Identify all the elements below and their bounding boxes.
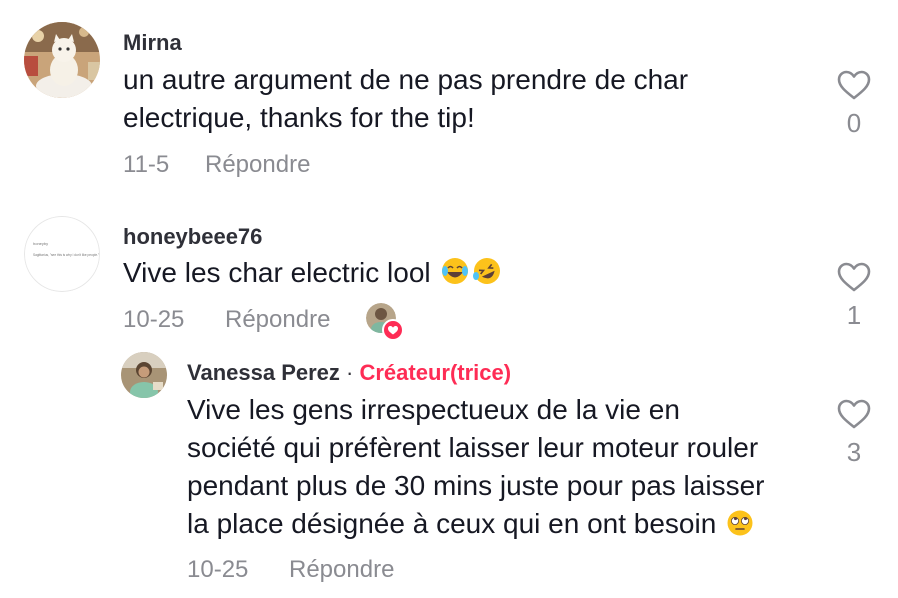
reply-button[interactable]: Répondre [205,151,310,179]
reply-text: Vive les gens irrespectueux de la vie en… [187,391,764,543]
comment-text-line: electrique, thanks for the tip! [123,102,475,133]
comment-mirna: Mirna un autre argument de ne pas prendr… [0,0,898,190]
comment-username[interactable]: Mirna [123,30,182,56]
comment-text: un autre argument de ne pas prendre de c… [123,61,688,137]
avatar-caption: honeyby [33,241,48,246]
comment-date: 11-5 [123,151,170,178]
heart-icon [837,399,871,429]
like-count: 3 [846,437,862,467]
avatar[interactable] [24,22,100,98]
like-button[interactable]: 0 [834,70,874,139]
reply-button[interactable]: Répondre [225,306,330,334]
face-with-rolling-eyes-icon [727,510,753,536]
heart-icon [837,70,871,100]
comment-username[interactable]: honeybeee76 [123,224,262,250]
reply-header: Vanessa Perez · Créateur(trice) [187,360,511,386]
comment-honeybeee76: honeyby Sagittarius, "see this is why i … [0,200,898,350]
reply-username[interactable]: Vanessa Perez [187,360,340,385]
creator-badge: Créateur(trice) [359,360,512,385]
avatar[interactable] [121,352,167,398]
reply-date: 10-25 [187,556,249,583]
reply-text-line-last: la place désignée à ceux qui en ont beso… [187,505,764,543]
reply-text-line: pendant plus de 30 mins juste pour pas l… [187,470,765,501]
heart-icon [837,262,871,292]
avatar[interactable]: honeyby Sagittarius, "see this is why i … [24,216,100,292]
creator-liked-heart-icon [382,319,404,341]
comment-text-line: un autre argument de ne pas prendre de c… [123,64,689,95]
face-with-tears-of-joy-icon [442,258,469,284]
comment-text-content: Vive les char electric lool [123,257,431,288]
reply-text-line: société qui préfèrent laisser leur moteu… [187,432,759,463]
like-button[interactable]: 1 [834,262,874,331]
reply-vanessa-perez: Vanessa Perez · Créateur(trice) Vive les… [0,345,898,598]
reply-text-line: la place désignée à ceux qui en ont beso… [187,508,717,539]
like-count: 0 [846,108,862,138]
comment-text: Vive les char electric lool [123,254,502,292]
reply-button[interactable]: Répondre [289,556,394,584]
reply-text-line: Vive les gens irrespectueux de la vie en [187,394,680,425]
like-count: 1 [846,300,862,330]
like-button[interactable]: 3 [834,399,874,468]
rolling-on-floor-laughing-icon [473,258,501,284]
avatar-caption: Sagittarius, "see this is why i don't li… [33,253,99,257]
separator-dot: · [346,360,354,385]
comment-date: 10-25 [123,306,185,333]
